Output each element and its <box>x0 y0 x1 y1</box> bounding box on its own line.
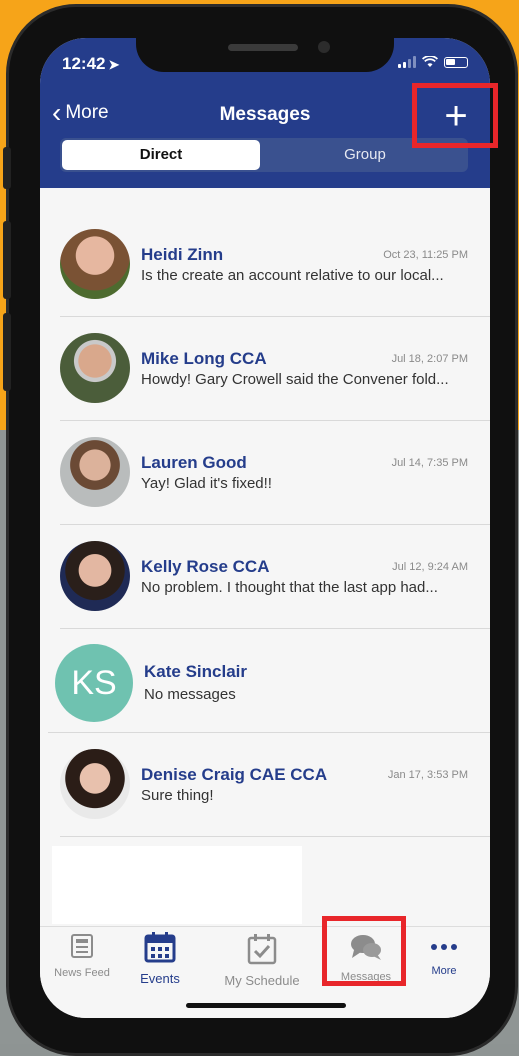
highlight-new-message <box>412 83 498 148</box>
conversation-row[interactable]: Lauren Good Jul 14, 7:35 PM Yay! Glad it… <box>40 396 490 525</box>
status-time: 12:42 ➤ <box>62 54 119 74</box>
mute-switch <box>3 147 11 189</box>
avatar <box>60 437 130 507</box>
message-preview: No problem. I thought that the last app … <box>141 579 438 596</box>
tab-label: Events <box>140 971 180 986</box>
conversation-row[interactable]: Denise Craig CAE CCA Jan 17, 3:53 PM Sur… <box>40 708 490 837</box>
message-type-segmented-control: Direct Group <box>60 138 468 172</box>
message-preview: Howdy! Gary Crowell said the Convener fo… <box>141 371 449 388</box>
home-indicator <box>186 1003 346 1008</box>
battery-icon <box>444 56 468 68</box>
wifi-icon <box>422 56 438 67</box>
notch <box>136 38 394 72</box>
more-dots-icon <box>431 944 457 950</box>
camera <box>318 41 330 53</box>
status-icons <box>398 56 468 68</box>
tab-more[interactable]: More <box>422 939 466 977</box>
avatar <box>60 333 130 403</box>
volume-down-button <box>3 313 11 391</box>
conversation-row[interactable]: Kelly Rose CCA Jul 12, 9:24 AM No proble… <box>40 500 490 629</box>
tab-my-schedule[interactable]: My Schedule <box>220 933 304 988</box>
phone-screen: 12:42 ➤ ‹ More Messages + Direct Group H… <box>40 38 490 1018</box>
speaker <box>228 44 298 51</box>
contact-name: Denise Craig CAE CCA <box>141 765 328 784</box>
contact-name: Heidi Zinn <box>141 245 224 264</box>
message-time: Jan 17, 3:53 PM <box>387 769 468 781</box>
schedule-icon <box>247 934 277 965</box>
contact-name: Kelly Rose CCA <box>141 557 270 576</box>
tab-events[interactable]: Events <box>132 931 188 986</box>
message-preview: No messages <box>144 686 236 703</box>
tab-label: More <box>431 965 457 977</box>
contact-name: Lauren Good <box>141 453 247 472</box>
conversation-row[interactable]: Mike Long CCA Jul 18, 2:07 PM Howdy! Gar… <box>40 292 490 421</box>
volume-up-button <box>3 221 11 299</box>
location-arrow-icon: ➤ <box>108 57 120 72</box>
message-time: Oct 23, 11:25 PM <box>383 249 468 261</box>
tab-news-feed[interactable]: News Feed <box>52 933 112 979</box>
conversation-row[interactable]: KS Kate Sinclair No messages <box>40 604 490 733</box>
tab-label: News Feed <box>54 967 110 979</box>
signal-icon <box>398 56 416 68</box>
conversation-row[interactable]: Heidi Zinn Oct 23, 11:25 PM Is the creat… <box>40 188 490 317</box>
phone-frame: 12:42 ➤ ‹ More Messages + Direct Group H… <box>3 4 518 1056</box>
contact-name: Kate Sinclair <box>144 662 247 681</box>
highlight-messages-tab <box>322 916 406 986</box>
segment-direct[interactable]: Direct <box>62 140 260 170</box>
avatar <box>60 229 130 299</box>
message-time: Jul 14, 7:35 PM <box>391 457 468 469</box>
contact-name: Mike Long CCA <box>141 349 267 368</box>
avatar <box>60 749 130 819</box>
message-preview: Sure thing! <box>141 787 214 804</box>
message-time: Jul 18, 2:07 PM <box>391 353 468 365</box>
message-preview: Yay! Glad it's fixed!! <box>141 475 272 492</box>
clock-text: 12:42 <box>62 54 106 73</box>
avatar <box>60 541 130 611</box>
blank-overlay <box>52 846 302 924</box>
divider <box>60 836 490 837</box>
tab-label: My Schedule <box>224 973 300 988</box>
news-feed-icon <box>71 934 93 958</box>
message-time: Jul 12, 9:24 AM <box>392 561 468 573</box>
calendar-icon <box>144 932 176 963</box>
message-preview: Is the create an account relative to our… <box>141 267 444 284</box>
